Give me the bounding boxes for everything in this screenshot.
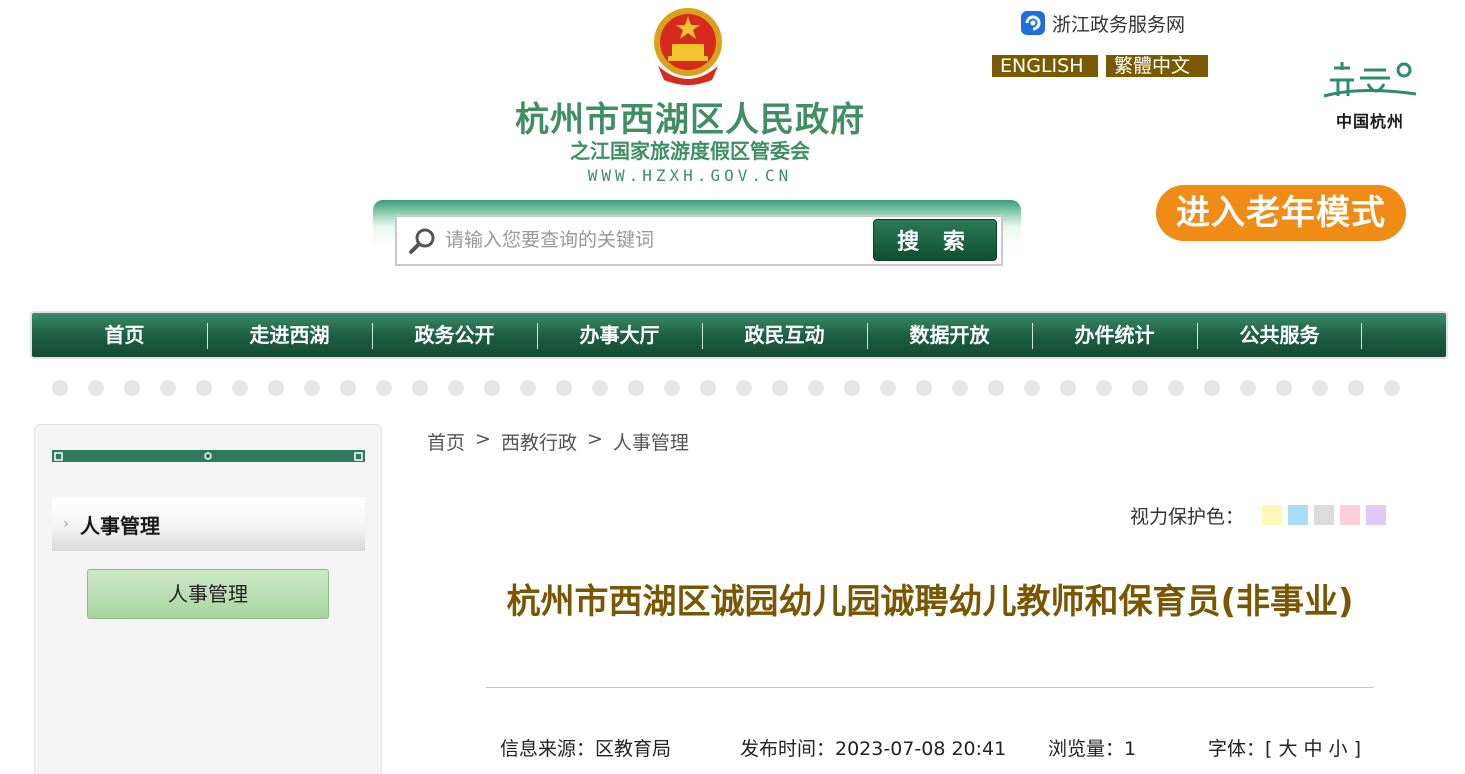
decor-dot <box>1024 380 1040 396</box>
sidebar-item-hr[interactable]: 人事管理 <box>87 569 329 619</box>
article-publish-time: 发布时间：2023-07-08 20:41 <box>740 738 1007 760</box>
dot-divider <box>52 380 1442 396</box>
decor-dot <box>628 380 644 396</box>
decor-dot <box>484 380 500 396</box>
decor-dot <box>736 380 752 396</box>
decor-dot <box>448 380 464 396</box>
decor-dot <box>124 380 140 396</box>
site-title: 杭州市西湖区人民政府 <box>515 100 865 140</box>
decor-dot <box>160 380 176 396</box>
decor-dot <box>340 380 356 396</box>
site-url: WWW.HZXH.GOV.CN <box>587 166 793 185</box>
national-emblem-icon <box>654 8 722 85</box>
decor-dot <box>52 380 68 396</box>
nav-item-open-data[interactable]: 数据开放 <box>867 313 1032 357</box>
font-size-control[interactable]: 字体：[ 大 中 小 ] <box>1208 734 1380 764</box>
search-button[interactable]: 搜 索 <box>873 219 997 261</box>
zj-service-icon <box>1021 11 1045 35</box>
nav-item-home[interactable]: 首页 <box>42 313 207 357</box>
breadcrumb-separator: > <box>475 428 491 450</box>
decor-dot <box>268 380 284 396</box>
search-icon <box>409 228 435 254</box>
nav-item-service-hall[interactable]: 办事大厅 <box>537 313 702 357</box>
decor-dot <box>1168 380 1184 396</box>
decor-dot <box>376 380 392 396</box>
decor-dot <box>988 380 1004 396</box>
eye-protect-label: 视力保护色： <box>1130 506 1245 528</box>
decor-dot <box>700 380 716 396</box>
search-box: 搜 索 <box>395 215 1003 266</box>
article-views: 浏览量：1 <box>1048 738 1137 760</box>
eye-color-swatch-1[interactable] <box>1262 505 1282 525</box>
china-hangzhou-logo: 中国杭州 <box>1320 56 1420 131</box>
decor-dot <box>808 380 824 396</box>
decor-dot <box>916 380 932 396</box>
english-link[interactable]: ENGLISH <box>992 55 1098 77</box>
decor-dot <box>1348 380 1364 396</box>
chevron-right-icon: › <box>63 516 69 532</box>
article-meta: 信息来源：区教育局 发布时间：2023-07-08 20:41 浏览量：1 字体… <box>500 734 1380 764</box>
decor-dot <box>1060 380 1076 396</box>
decor-dot <box>232 380 248 396</box>
decor-dot <box>880 380 896 396</box>
eye-color-swatch-3[interactable] <box>1314 505 1334 525</box>
eye-color-swatch-4[interactable] <box>1340 505 1360 525</box>
decor-dot <box>520 380 536 396</box>
elder-mode-button[interactable]: 进入老年模式 <box>1156 185 1406 241</box>
nav-item-gov-affairs[interactable]: 政务公开 <box>372 313 537 357</box>
decor-dot <box>772 380 788 396</box>
decor-dot <box>1276 380 1292 396</box>
main-nav: 首页 走进西湖 政务公开 办事大厅 政民互动 数据开放 办件统计 公共服务 <box>30 311 1448 359</box>
decor-dot <box>952 380 968 396</box>
decor-dot <box>1204 380 1220 396</box>
decor-dot <box>844 380 860 396</box>
nav-item-about-xihu[interactable]: 走进西湖 <box>207 313 372 357</box>
decor-dot <box>1096 380 1112 396</box>
zj-gov-service-link[interactable]: 浙江政务服务网 <box>1020 10 1185 36</box>
sidebar-header: › 人事管理 <box>52 497 365 551</box>
decor-dot <box>196 380 212 396</box>
zj-link-label: 浙江政务服务网 <box>1052 13 1186 36</box>
eye-color-swatch-5[interactable] <box>1366 505 1386 525</box>
decor-dot <box>556 380 572 396</box>
sidebar-title: 人事管理 <box>80 513 160 538</box>
breadcrumb: 首页 > 西教行政 > 人事管理 <box>427 428 689 455</box>
article-title: 杭州市西湖区诚园幼儿园诚聘幼儿教师和保育员(非事业) <box>506 582 1354 622</box>
search-input[interactable] <box>445 223 865 257</box>
hangzhou-logo-text: 中国杭州 <box>1335 112 1404 131</box>
breadcrumb-edu-admin[interactable]: 西教行政 <box>501 428 577 455</box>
nav-item-public-service[interactable]: 公共服务 <box>1197 313 1362 357</box>
decor-dot <box>664 380 680 396</box>
breadcrumb-hr[interactable]: 人事管理 <box>613 428 689 455</box>
search-area: 搜 索 <box>373 200 1021 272</box>
title-divider <box>486 687 1374 688</box>
breadcrumb-separator: > <box>586 428 603 450</box>
eye-protect-swatches <box>1262 505 1386 525</box>
site-subtitle: 之江国家旅游度假区管委会 <box>570 139 810 163</box>
traditional-chinese-link[interactable]: 繁體中文 <box>1106 55 1208 77</box>
decor-dot <box>412 380 428 396</box>
breadcrumb-home[interactable]: 首页 <box>427 428 465 455</box>
decor-dot <box>1132 380 1148 396</box>
decor-dot <box>88 380 104 396</box>
decor-dot <box>1240 380 1256 396</box>
decor-dot <box>592 380 608 396</box>
hangzhou-logo-icon <box>1323 62 1417 98</box>
decor-dot <box>1312 380 1328 396</box>
sidebar: › 人事管理 人事管理 <box>34 424 382 774</box>
decor-dot <box>1384 380 1400 396</box>
eye-color-swatch-2[interactable] <box>1288 505 1308 525</box>
nav-item-statistics[interactable]: 办件统计 <box>1032 313 1197 357</box>
nav-item-interaction[interactable]: 政民互动 <box>702 313 867 357</box>
article-source: 信息来源：区教育局 <box>500 738 672 760</box>
sidebar-decor-band <box>52 450 365 462</box>
decor-dot <box>304 380 320 396</box>
